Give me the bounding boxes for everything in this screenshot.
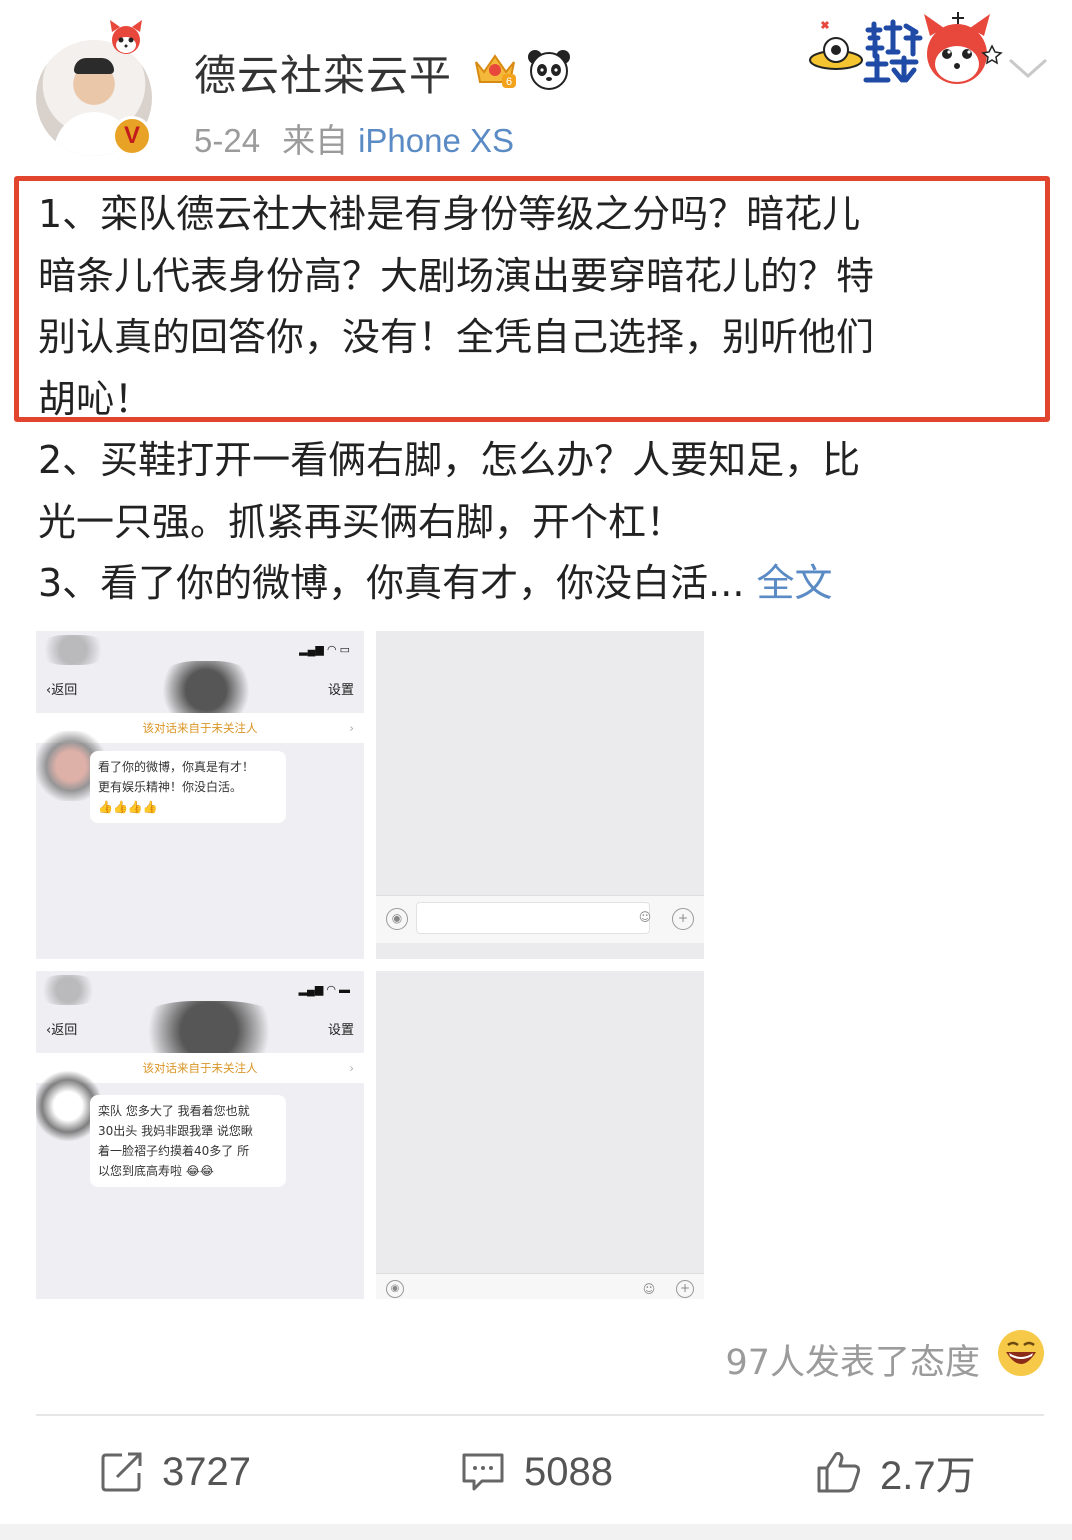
post-line: 别认真的回答你，没有！全凭自己选择，别听他们 (38, 315, 875, 359)
comment-button[interactable]: 5088 (460, 1444, 613, 1500)
vip-crown-icon[interactable]: 6 (472, 48, 518, 92)
blur-redaction (156, 661, 256, 719)
laugh-emoji-icon[interactable] (996, 1328, 1046, 1378)
post-body[interactable]: 1、栾队德云社大褂是有身份等级之分吗？暗花儿 暗条儿代表身份高？大剧场演出要穿暗… (38, 184, 1034, 615)
image-thumb-3[interactable]: ▂▄▆ ◠ ▬ ‹返回 设置 该对话来自于未关注人 › 栾队 您多大了 我看着您也… (36, 971, 364, 1299)
emoji-icon: ☺ (638, 910, 652, 924)
back-button: ‹返回 (46, 1023, 78, 1038)
voice-icon: ◉ (386, 908, 408, 930)
thumbs-up-icon (817, 1452, 861, 1493)
chat-message-bubble: 栾队 您多大了 我看着您也就 30出头 我妈非跟我犟 说您瞅 着一脸褶子约摸着4… (90, 1095, 286, 1187)
emoji-icon: ☺ (642, 1282, 656, 1296)
post-date: 5-24 (194, 122, 261, 159)
source-device-link[interactable]: iPhone XS (358, 122, 514, 159)
status-bar: ▂▄▆ ◠ ▬ (298, 984, 350, 996)
reactions-summary[interactable]: 97人发表了态度 (725, 1334, 980, 1385)
repost-count: 3727 (162, 1449, 251, 1494)
fulltext-link[interactable]: 全文 (757, 561, 833, 605)
back-button: ‹返回 (46, 683, 78, 698)
source-prefix: 来自 (282, 121, 349, 160)
like-count: 2.7万 (880, 1454, 976, 1498)
blur-redaction (38, 635, 108, 665)
plus-icon: + (676, 1280, 694, 1298)
post-line: 2、买鞋打开一看俩右脚，怎么办？人要知足，比 (38, 438, 861, 482)
post-line: 胡吣！ (38, 376, 153, 421)
card-decoration-sticker (808, 8, 1004, 94)
repost-button[interactable]: 3727 (100, 1444, 251, 1500)
like-button[interactable]: 2.7万 (816, 1444, 976, 1500)
chat-input-bar: ◉ ☺ + (376, 1273, 704, 1299)
image-thumb-4[interactable]: ◉ ☺ + (376, 971, 704, 1299)
comment-count: 5088 (524, 1449, 613, 1494)
panda-icon[interactable] (526, 46, 572, 92)
image-thumb-1[interactable]: ▂▄▆ ◠ ▭ ‹返回 设置 该对话来自于未关注人 › 看了你的微博，你真是有才！… (36, 631, 364, 959)
verified-badge: V (112, 116, 152, 156)
bottom-strip (0, 1524, 1072, 1540)
username[interactable]: 德云社栾云平 (194, 42, 452, 103)
divider (36, 1414, 1044, 1416)
post-line: 1、栾队德云社大褂是有身份等级之分吗？暗花儿 (38, 192, 861, 236)
share-icon (101, 1452, 142, 1492)
blur-redaction (38, 975, 98, 1005)
image-thumb-2[interactable]: ◉ ☺ + (376, 631, 704, 959)
settings-button: 设置 (327, 683, 354, 698)
post-meta: 5-24 来自 iPhone XS (194, 114, 514, 162)
blur-redaction (134, 1001, 284, 1061)
ufo-sticker-art (809, 12, 1003, 84)
plus-icon: + (672, 908, 694, 930)
comment-icon (462, 1453, 504, 1491)
post-line: 光一只强。抓紧再买俩右脚，开个杠！ (38, 499, 685, 544)
voice-icon: ◉ (386, 1280, 404, 1298)
status-bar: ▂▄▆ ◠ ▭ (299, 644, 350, 656)
vip-level: 6 (506, 76, 512, 88)
chat-message-bubble: 看了你的微博，你真是有才！ 更有娱乐精神！你没白活。 👍👍👍👍 (90, 751, 286, 823)
chat-input-bar: ◉ ☺ + (376, 895, 704, 943)
post-line-last: 3、看了你的微博，你真有才，你没白活... 全文 (38, 553, 1034, 615)
post-line: 3、看了你的微博，你真有才，你没白活... (38, 561, 745, 605)
chevron-down-icon[interactable] (1006, 52, 1050, 82)
post-line: 暗条儿代表身份高？大剧场演出要穿暗花儿的？特 (38, 253, 875, 298)
chat-input-field (416, 902, 650, 934)
settings-button: 设置 (327, 1023, 354, 1038)
avatar-hair (74, 58, 114, 74)
fox-pendant-icon (110, 20, 142, 54)
